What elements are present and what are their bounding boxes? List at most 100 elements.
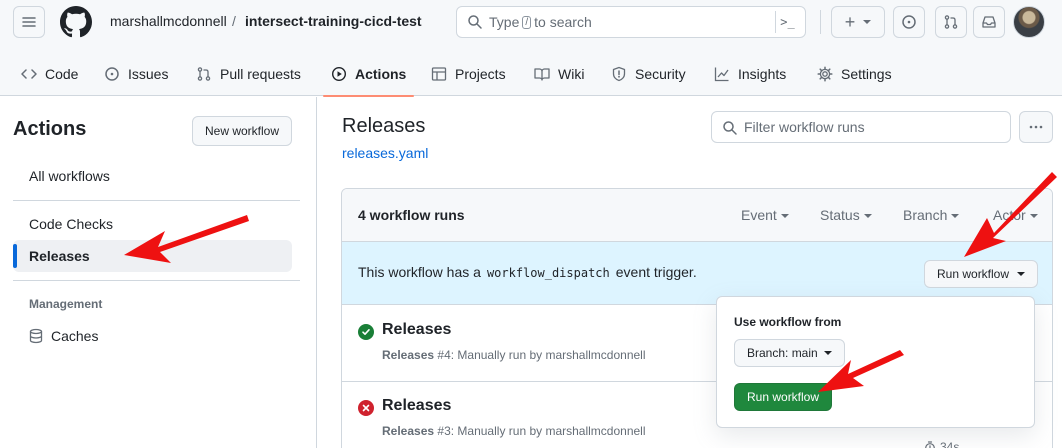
tab-label: Code [45,66,79,82]
hamburger-icon [22,17,36,27]
issue-opened-icon [902,15,916,29]
branch-label: Branch: main [747,346,818,360]
breadcrumb-repo[interactable]: intersect-training-cicd-test [245,13,422,29]
header-divider [820,10,821,34]
banner-code: workflow_dispatch [486,266,610,280]
sidebar-management-heading: Management [29,297,103,311]
sidebar-item-releases[interactable]: Releases [13,240,292,272]
workflow-file-link[interactable]: releases.yaml [342,145,428,161]
x-circle-icon [358,400,374,416]
menu-button[interactable] [13,6,45,38]
command-palette-icon[interactable]: >_ [775,11,799,33]
tab-actions[interactable]: Actions [322,52,415,97]
inbox-icon [982,16,996,28]
user-avatar[interactable] [1013,6,1045,38]
plus-icon: + [844,11,856,32]
table-icon [431,67,447,81]
create-new-button[interactable]: + [831,6,885,38]
search-icon [468,15,482,29]
search-suffix: to search [534,14,592,30]
pull-requests-button[interactable] [935,6,967,38]
check-circle-icon [358,324,374,340]
status-filter-dropdown[interactable]: Status [820,207,872,223]
github-logo[interactable] [60,6,92,38]
sidebar-item-caches[interactable]: Caches [13,320,292,352]
play-icon [331,66,347,82]
tab-label: Projects [455,66,506,82]
run-workflow-name: Releases [382,424,435,438]
more-options-button[interactable] [1019,111,1053,143]
branch-select-button[interactable]: Branch: main [734,339,845,367]
run-workflow-label: Run workflow [937,267,1010,281]
tab-label: Wiki [558,66,585,82]
run-meta: Releases #4: Manually run by marshallmcd… [382,348,646,362]
actor-filter-dropdown[interactable]: Actor [993,207,1038,223]
tab-projects[interactable]: Projects [431,52,506,96]
inbox-button[interactable] [973,6,1005,38]
new-workflow-button[interactable]: New workflow [192,116,293,146]
tab-wiki[interactable]: Wiki [534,52,584,96]
github-icon [60,6,92,38]
run-detail: : Manually run by marshallmcdonnell [450,348,646,362]
tab-security[interactable]: Security [611,52,686,96]
stopwatch-icon [925,441,935,448]
tab-label: Pull requests [220,66,301,82]
repo-nav-tabs: Code Issues Pull requests Actions Projec… [0,52,1062,97]
search-shortcut-key: / [522,15,532,29]
popover-heading: Use workflow from [734,315,842,329]
search-prefix: Type [489,14,520,30]
breadcrumb-owner[interactable]: marshallmcdonnell [110,13,227,29]
graph-icon [714,67,729,82]
git-pull-request-icon [944,15,958,29]
chevron-down-icon [863,20,872,24]
breadcrumb-separator: / [232,13,236,29]
run-duration: 34s [924,440,959,448]
runs-count: 4 workflow runs [358,207,465,223]
run-meta: Releases #3: Manually run by marshallmcd… [382,424,646,438]
branch-filter-dropdown[interactable]: Branch [903,207,959,223]
shield-icon [612,66,626,82]
workflow-title: Releases [342,115,426,137]
run-detail: : Manually run by marshallmcdonnell [450,424,646,438]
tab-pull-requests[interactable]: Pull requests [196,52,301,96]
tab-label: Settings [841,66,892,82]
run-workflow-dropdown-button[interactable]: Run workflow [924,260,1039,288]
gear-icon [817,66,833,82]
filter-placeholder: Filter workflow runs [744,119,865,135]
run-workflow-name: Releases [382,348,435,362]
sidebar-divider [13,280,300,281]
banner-prefix: This workflow has a [358,264,481,280]
tab-settings[interactable]: Settings [817,52,892,96]
global-search-input[interactable]: Type / to search >_ [456,6,806,38]
banner-text: This workflow has a workflow_dispatch even… [358,264,697,280]
tab-issues[interactable]: Issues [104,52,168,96]
code-icon [21,69,37,79]
sidebar-item-code-checks[interactable]: Code Checks [13,208,292,240]
tab-label: Actions [355,66,407,82]
filter-workflow-runs-input[interactable]: Filter workflow runs [711,111,1011,143]
chevron-down-icon [823,351,832,355]
pull-request-icon [197,67,211,81]
database-icon [29,328,43,344]
repo-header: marshallmcdonnell / intersect-training-c… [0,0,1062,97]
search-icon [723,121,737,135]
run-title[interactable]: Releases [382,321,451,339]
banner-suffix: event trigger. [615,264,697,280]
kebab-horizontal-icon [1029,125,1043,129]
sidebar-item-all-workflows[interactable]: All workflows [13,160,292,192]
tab-code[interactable]: Code [21,52,78,96]
event-filter-dropdown[interactable]: Event [741,207,789,223]
run-title[interactable]: Releases [382,397,451,415]
issues-button[interactable] [893,6,925,38]
sidebar-item-label: Caches [51,328,99,344]
run-number: #3 [437,424,451,438]
chevron-down-icon [1017,272,1026,276]
tab-label: Issues [128,66,169,82]
tab-label: Security [635,66,686,82]
tab-insights[interactable]: Insights [714,52,786,96]
run-duration-value: 34s [940,440,960,448]
run-workflow-submit-button[interactable]: Run workflow [734,383,833,411]
book-icon [534,68,550,81]
sidebar-title: Actions [13,118,87,140]
runs-header: 4 workflow runs Event Status Branch Acto… [342,189,1052,242]
